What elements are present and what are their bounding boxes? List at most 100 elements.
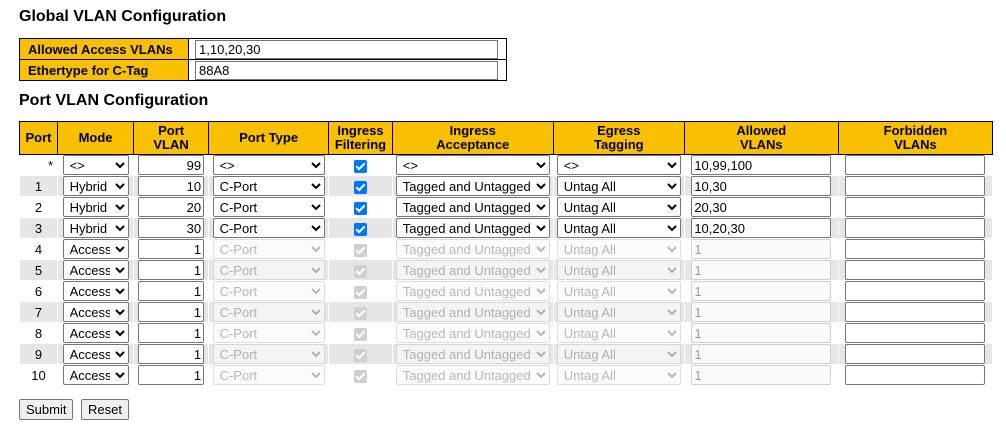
egress-tagging-select[interactable]: Untag All xyxy=(557,365,681,385)
port-number: 10 xyxy=(20,365,58,386)
egress-tagging-select[interactable]: Untag All xyxy=(557,344,681,364)
forbidden-vlans-input[interactable] xyxy=(845,344,985,364)
port-vlan-input[interactable] xyxy=(138,281,204,301)
mode-select[interactable]: Hybrid xyxy=(63,218,129,238)
allowed-vlans-input[interactable] xyxy=(691,176,831,196)
port-type-select[interactable]: C-Port xyxy=(213,281,325,301)
port-vlan-input[interactable] xyxy=(138,176,204,196)
egress-tagging-select[interactable]: Untag All xyxy=(557,260,681,280)
ingress-filtering-checkbox[interactable] xyxy=(354,160,367,173)
ingress-acceptance-select[interactable]: Tagged and Untagged xyxy=(396,344,550,364)
ingress-acceptance-select[interactable]: Tagged and Untagged xyxy=(396,323,550,343)
ingress-filtering-checkbox[interactable] xyxy=(354,307,367,320)
forbidden-vlans-input[interactable] xyxy=(845,239,985,259)
port-type-select[interactable]: C-Port xyxy=(213,197,325,217)
ingress-filtering-checkbox[interactable] xyxy=(354,181,367,194)
port-vlan-input[interactable] xyxy=(138,260,204,280)
port-type-select[interactable]: <> xyxy=(213,155,325,175)
submit-button[interactable]: Submit xyxy=(19,399,73,420)
ingress-acceptance-select[interactable]: Tagged and Untagged xyxy=(396,302,550,322)
port-type-select[interactable]: C-Port xyxy=(213,323,325,343)
allowed-vlans-input[interactable] xyxy=(691,218,831,238)
port-type-select[interactable]: C-Port xyxy=(213,365,325,385)
port-vlan-input[interactable] xyxy=(138,197,204,217)
allowed-vlans-input[interactable] xyxy=(691,365,831,385)
egress-tagging-select[interactable]: Untag All xyxy=(557,176,681,196)
ethertype-input[interactable] xyxy=(195,61,498,80)
port-vlan-input[interactable] xyxy=(138,218,204,238)
ingress-acceptance-select[interactable]: Tagged and Untagged xyxy=(396,365,550,385)
allowed-vlans-input[interactable] xyxy=(691,155,831,175)
forbidden-vlans-input[interactable] xyxy=(845,260,985,280)
mode-select[interactable]: Access xyxy=(63,281,129,301)
port-vlan-input[interactable] xyxy=(138,344,204,364)
ingress-acceptance-select[interactable]: Tagged and Untagged xyxy=(396,239,550,259)
allowed-access-vlans-input[interactable] xyxy=(195,40,498,59)
egress-tagging-select[interactable]: Untag All xyxy=(557,197,681,217)
ingress-acceptance-select[interactable]: <> xyxy=(396,155,550,175)
allowed-vlans-input[interactable] xyxy=(691,302,831,322)
ingress-filtering-checkbox[interactable] xyxy=(354,286,367,299)
allowed-vlans-input[interactable] xyxy=(691,239,831,259)
port-number: 6 xyxy=(20,281,58,302)
port-type-select[interactable]: C-Port xyxy=(213,176,325,196)
mode-select[interactable]: Access xyxy=(63,365,129,385)
allowed-access-vlans-label: Allowed Access VLANs xyxy=(20,39,189,60)
port-type-select[interactable]: C-Port xyxy=(213,260,325,280)
ingress-filtering-checkbox[interactable] xyxy=(354,223,367,236)
forbidden-vlans-input[interactable] xyxy=(845,176,985,196)
forbidden-vlans-input[interactable] xyxy=(845,323,985,343)
allowed-vlans-input[interactable] xyxy=(691,260,831,280)
ingress-filtering-checkbox[interactable] xyxy=(354,202,367,215)
forbidden-vlans-input[interactable] xyxy=(845,365,985,385)
port-vlan-title: Port VLAN Configuration xyxy=(19,92,208,110)
allowed-vlans-input[interactable] xyxy=(691,197,831,217)
port-type-select[interactable]: C-Port xyxy=(213,344,325,364)
ingress-filtering-checkbox[interactable] xyxy=(354,244,367,257)
egress-tagging-select[interactable]: Untag All xyxy=(557,323,681,343)
header-port: Port xyxy=(20,122,58,155)
port-vlan-input[interactable] xyxy=(138,365,204,385)
reset-button[interactable]: Reset xyxy=(81,399,129,420)
port-number: 9 xyxy=(20,344,58,365)
ingress-filtering-checkbox[interactable] xyxy=(354,370,367,383)
forbidden-vlans-input[interactable] xyxy=(845,218,985,238)
port-row: 3HybridC-PortTagged and UntaggedUntag Al… xyxy=(20,218,993,239)
mode-select[interactable]: Access xyxy=(63,260,129,280)
ingress-filtering-checkbox[interactable] xyxy=(354,328,367,341)
forbidden-vlans-input[interactable] xyxy=(845,281,985,301)
port-type-select[interactable]: C-Port xyxy=(213,218,325,238)
mode-select[interactable]: Hybrid xyxy=(63,197,129,217)
port-type-select[interactable]: C-Port xyxy=(213,302,325,322)
port-vlan-input[interactable] xyxy=(138,302,204,322)
forbidden-vlans-input[interactable] xyxy=(845,155,985,175)
port-type-select[interactable]: C-Port xyxy=(213,239,325,259)
allowed-vlans-input[interactable] xyxy=(691,281,831,301)
egress-tagging-select[interactable]: <> xyxy=(557,155,681,175)
egress-tagging-select[interactable]: Untag All xyxy=(557,218,681,238)
mode-select[interactable]: Hybrid xyxy=(63,176,129,196)
port-vlan-input[interactable] xyxy=(138,155,204,175)
egress-tagging-select[interactable]: Untag All xyxy=(557,239,681,259)
mode-select[interactable]: Access xyxy=(63,323,129,343)
ingress-acceptance-select[interactable]: Tagged and Untagged xyxy=(396,218,550,238)
egress-tagging-select[interactable]: Untag All xyxy=(557,281,681,301)
ingress-acceptance-select[interactable]: Tagged and Untagged xyxy=(396,197,550,217)
forbidden-vlans-input[interactable] xyxy=(845,302,985,322)
port-row: 1HybridC-PortTagged and UntaggedUntag Al… xyxy=(20,176,993,197)
allowed-vlans-input[interactable] xyxy=(691,323,831,343)
mode-select[interactable]: Access xyxy=(63,239,129,259)
ingress-filtering-checkbox[interactable] xyxy=(354,349,367,362)
forbidden-vlans-input[interactable] xyxy=(845,197,985,217)
mode-select[interactable]: <> xyxy=(63,155,129,175)
mode-select[interactable]: Access xyxy=(63,302,129,322)
ingress-acceptance-select[interactable]: Tagged and Untagged xyxy=(396,176,550,196)
port-vlan-input[interactable] xyxy=(138,239,204,259)
ingress-acceptance-select[interactable]: Tagged and Untagged xyxy=(396,281,550,301)
allowed-vlans-input[interactable] xyxy=(691,344,831,364)
ingress-filtering-checkbox[interactable] xyxy=(354,265,367,278)
ingress-acceptance-select[interactable]: Tagged and Untagged xyxy=(396,260,550,280)
mode-select[interactable]: Access xyxy=(63,344,129,364)
egress-tagging-select[interactable]: Untag All xyxy=(557,302,681,322)
port-vlan-input[interactable] xyxy=(138,323,204,343)
